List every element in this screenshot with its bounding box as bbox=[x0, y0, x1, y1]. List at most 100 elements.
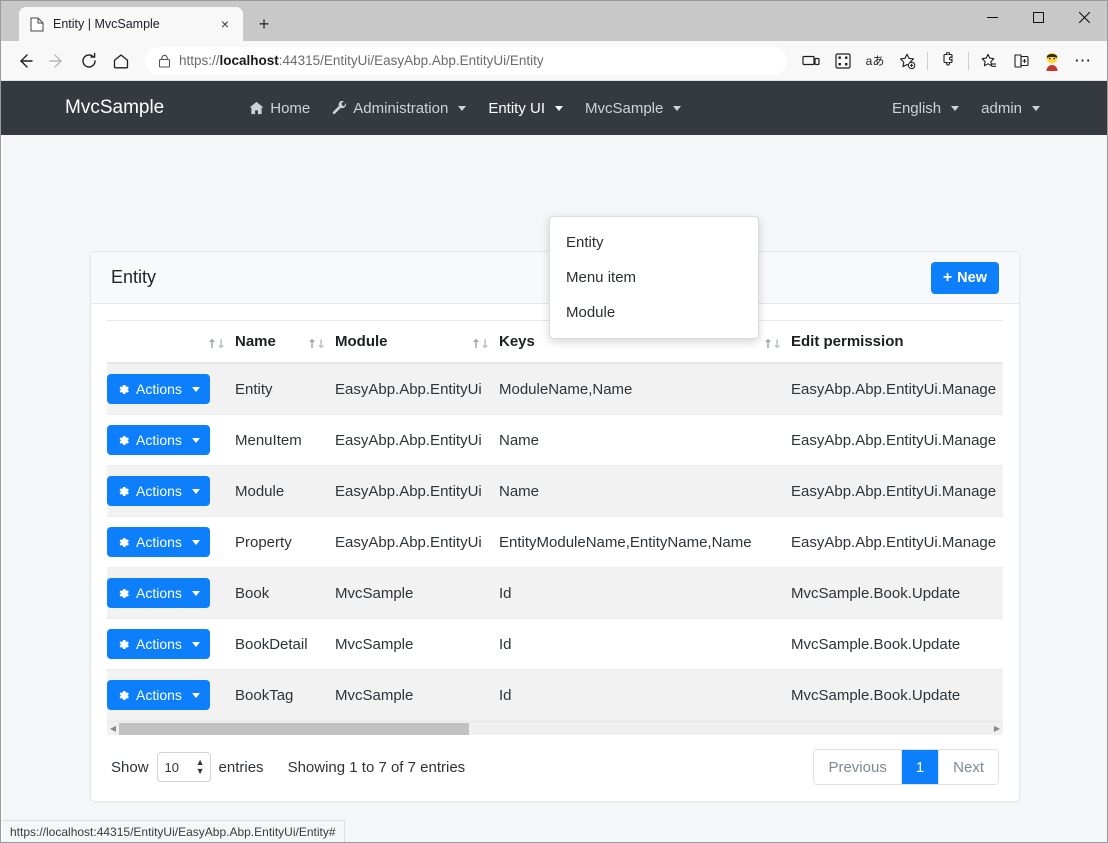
col-header-name[interactable]: Name ↑↓ bbox=[235, 320, 335, 364]
pagination-next[interactable]: Next bbox=[939, 750, 998, 784]
dropdown-item-module[interactable]: Module bbox=[550, 295, 758, 330]
settings-more-icon[interactable]: ⋯ bbox=[1067, 45, 1099, 77]
pagination-previous[interactable]: Previous bbox=[814, 750, 902, 784]
address-bar-text: https://localhost:44315/EntityUi/EasyAbp… bbox=[179, 53, 544, 68]
entity-table: ↑↓ Name ↑↓ Module ↑↓ Keys ↑↓ Edit permis… bbox=[107, 320, 1003, 721]
brand-logo[interactable]: MvcSample bbox=[65, 97, 164, 119]
page-icon bbox=[29, 16, 45, 32]
read-aloud-icon[interactable]: aあ bbox=[859, 45, 891, 77]
extensions-icon[interactable] bbox=[932, 45, 964, 77]
nav-item-mvcsample[interactable]: MvcSample bbox=[574, 94, 692, 123]
scroll-right-icon[interactable]: ▶ bbox=[991, 724, 1003, 733]
cell-keys: Id bbox=[499, 567, 791, 619]
maximize-button[interactable] bbox=[1015, 1, 1061, 33]
reload-button[interactable] bbox=[73, 45, 105, 77]
sort-icon: ↑↓ bbox=[306, 337, 326, 351]
cell-name: BookDetail bbox=[235, 618, 335, 670]
cell-edit-permission: MvcSample.Book.Update bbox=[791, 669, 1003, 721]
new-button[interactable]: + New bbox=[930, 261, 999, 294]
language-label: English bbox=[891, 99, 942, 117]
toolbar-divider bbox=[927, 51, 928, 70]
status-bar: https://localhost:44315/EntityUi/EasyAbp… bbox=[2, 820, 345, 842]
col-header-edit-permission[interactable]: Edit permission ↑↓ bbox=[791, 320, 1003, 364]
favorites-icon[interactable] bbox=[973, 45, 1005, 77]
close-icon[interactable]: × bbox=[215, 14, 235, 34]
cell-keys: ModuleName,Name bbox=[499, 363, 791, 415]
user-menu[interactable]: admin bbox=[970, 94, 1051, 123]
table-horizontal-scrollbar[interactable]: ◀ ▶ bbox=[107, 721, 1003, 735]
dropdown-item-menu-item[interactable]: Menu item bbox=[550, 260, 758, 295]
app-navbar: MvcSample Home Administration Entity UI … bbox=[1, 81, 1107, 135]
forward-button[interactable] bbox=[41, 45, 73, 77]
close-window-button[interactable] bbox=[1061, 1, 1107, 33]
scroll-left-icon[interactable]: ◀ bbox=[107, 724, 119, 733]
gear-icon bbox=[117, 536, 130, 549]
sort-icon: ↑↓ bbox=[206, 337, 226, 351]
card-body: ↑↓ Name ↑↓ Module ↑↓ Keys ↑↓ Edit permis… bbox=[91, 304, 1019, 721]
sort-icon: ↑↓ bbox=[762, 337, 782, 351]
nav-item-home[interactable]: Home bbox=[238, 94, 321, 123]
actions-button[interactable]: Actions bbox=[107, 527, 210, 557]
language-selector[interactable]: English bbox=[881, 94, 970, 123]
actions-button-label: Actions bbox=[136, 636, 182, 652]
browser-tab[interactable]: Entity | MvcSample × bbox=[19, 7, 243, 41]
cell-name: Book bbox=[235, 567, 335, 619]
pagination: Previous 1 Next bbox=[813, 749, 999, 785]
entries-per-page-select[interactable]: 10 ▲ ▼ bbox=[156, 752, 211, 782]
table-body: Actions Entity EasyAbp.Abp.EntityUi ModuleN… bbox=[107, 363, 1003, 721]
col-header-label: Name bbox=[235, 333, 276, 350]
collections-icon[interactable] bbox=[1005, 45, 1037, 77]
actions-button[interactable]: Actions bbox=[107, 374, 210, 404]
lock-icon bbox=[155, 54, 173, 68]
qr-code-icon[interactable] bbox=[827, 45, 859, 77]
col-header-label: Module bbox=[335, 333, 388, 350]
nav-item-entity-ui[interactable]: Entity UI bbox=[477, 94, 574, 123]
cell-module: MvcSample bbox=[335, 618, 499, 670]
page-viewport: MvcSample Home Administration Entity UI … bbox=[1, 81, 1107, 842]
cell-keys: Name bbox=[499, 465, 791, 517]
new-button-label: New bbox=[957, 269, 987, 286]
cell-actions: Actions bbox=[107, 363, 235, 415]
address-bar[interactable]: https://localhost:44315/EntityUi/EasyAbp… bbox=[145, 46, 787, 75]
actions-button[interactable]: Actions bbox=[107, 425, 210, 455]
browser-window: Entity | MvcSample × + https://localhost… bbox=[0, 0, 1108, 843]
cell-actions: Actions bbox=[107, 669, 235, 721]
chevron-down-icon bbox=[191, 386, 200, 392]
actions-button[interactable]: Actions bbox=[107, 629, 210, 659]
scrollbar-thumb[interactable] bbox=[119, 722, 469, 735]
minimize-button[interactable] bbox=[969, 1, 1015, 33]
card-footer: Show 10 ▲ ▼ entries Showing 1 to 7 of 7 e… bbox=[91, 735, 1019, 801]
cell-edit-permission: EasyAbp.Abp.EntityUi.Manage bbox=[791, 516, 1003, 568]
tab-title: Entity | MvcSample bbox=[53, 17, 160, 31]
gear-icon bbox=[117, 383, 130, 396]
back-button[interactable] bbox=[9, 45, 41, 77]
nav-item-administration[interactable]: Administration bbox=[321, 94, 477, 123]
cell-keys: Id bbox=[499, 618, 791, 670]
actions-button-label: Actions bbox=[136, 687, 182, 703]
chevron-down-icon bbox=[555, 105, 563, 111]
chevron-down-icon bbox=[191, 437, 200, 443]
entries-label: entries bbox=[218, 758, 264, 776]
dropdown-item-entity[interactable]: Entity bbox=[550, 225, 758, 260]
cell-keys: Id bbox=[499, 669, 791, 721]
actions-button-label: Actions bbox=[136, 534, 182, 550]
actions-button[interactable]: Actions bbox=[107, 578, 210, 608]
pagination-page-1[interactable]: 1 bbox=[901, 750, 940, 784]
col-header-module[interactable]: Module ↑↓ bbox=[335, 320, 499, 364]
nav-left: Home Administration Entity UI MvcSample bbox=[238, 94, 692, 123]
actions-button[interactable]: Actions bbox=[107, 476, 210, 506]
profile-avatar-icon[interactable] bbox=[1037, 46, 1067, 76]
add-favorite-icon[interactable] bbox=[891, 45, 923, 77]
scrollbar-track[interactable] bbox=[119, 722, 991, 736]
entity-ui-dropdown-menu: Entity Menu item Module bbox=[549, 216, 759, 339]
new-tab-button[interactable]: + bbox=[249, 9, 279, 39]
home-button[interactable] bbox=[105, 45, 137, 77]
col-header-actions[interactable]: ↑↓ bbox=[107, 320, 235, 364]
cell-actions: Actions bbox=[107, 414, 235, 466]
cell-actions: Actions bbox=[107, 465, 235, 517]
device-cast-icon[interactable] bbox=[795, 45, 827, 77]
actions-button[interactable]: Actions bbox=[107, 680, 210, 710]
cell-name: Module bbox=[235, 465, 335, 517]
chevron-down-icon bbox=[951, 105, 960, 111]
gear-icon bbox=[117, 485, 130, 498]
